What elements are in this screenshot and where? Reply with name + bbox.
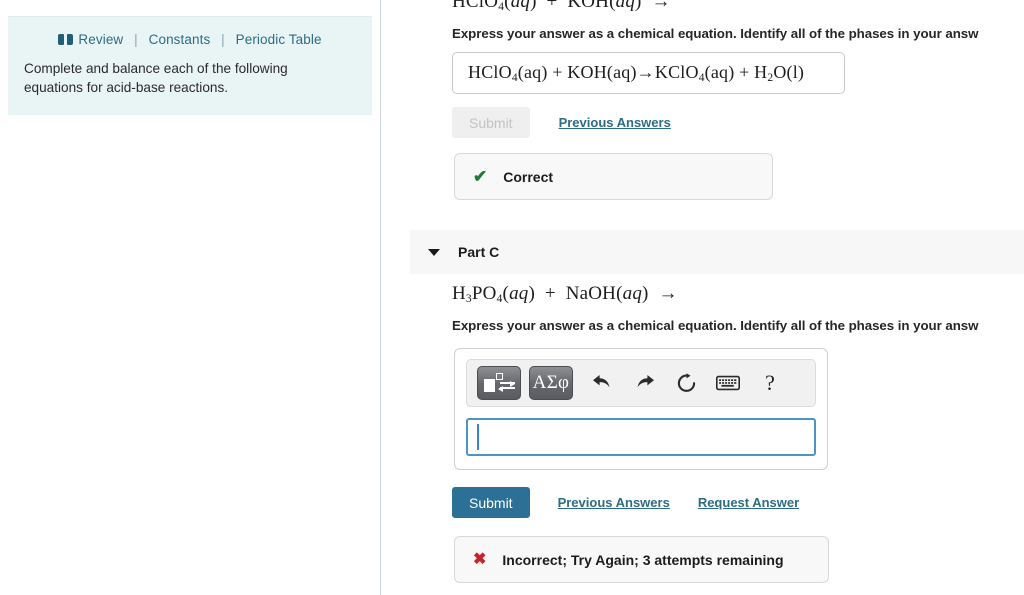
problem-instructions: Complete and balance each of the followi… xyxy=(24,61,288,95)
math-toolbar: ΑΣφ ? xyxy=(466,359,816,407)
caret-down-icon[interactable] xyxy=(428,248,440,256)
part-c-feedback-text: Incorrect; Try Again; 3 attempts remaini… xyxy=(502,551,784,568)
question-mark-icon: ? xyxy=(765,370,775,395)
review-link-label: Review xyxy=(78,32,124,47)
part-c-equation: H3PO4(aq) + NaOH(aq) → xyxy=(452,283,678,305)
part-b-answer-equation: HClO4(aq) + KOH(aq)→KClO4(aq) + H2O(l) xyxy=(468,62,805,84)
part-c-feedback-incorrect: ✖ Incorrect; Try Again; 3 attempts remai… xyxy=(454,536,829,583)
keyboard-button[interactable] xyxy=(707,366,749,400)
resource-links: Review | Constants | Periodic Table xyxy=(24,31,356,49)
chem-template-button[interactable] xyxy=(477,366,521,400)
greek-letters-icon: ΑΣφ xyxy=(532,372,570,393)
part-c-previous-answers-link[interactable]: Previous Answers xyxy=(558,495,670,510)
text-cursor xyxy=(477,424,479,450)
part-b-previous-answers-link[interactable]: Previous Answers xyxy=(559,115,671,130)
periodic-table-link[interactable]: Periodic Table xyxy=(236,32,322,47)
part-b-feedback-text: Correct xyxy=(503,168,554,185)
problem-info-card: Review | Constants | Periodic Table Comp… xyxy=(8,16,372,115)
greek-symbols-button[interactable]: ΑΣφ xyxy=(529,366,573,400)
part-b-answer-display: HClO4(aq) + KOH(aq)→KClO4(aq) + H2O(l) xyxy=(452,52,845,94)
reset-circular-arrow-icon xyxy=(677,372,695,392)
constants-link[interactable]: Constants xyxy=(149,32,211,47)
link-separator-2: | xyxy=(221,32,225,47)
help-button[interactable]: ? xyxy=(749,366,791,400)
part-c-title: Part C xyxy=(458,244,500,260)
part-c-header[interactable]: Part C xyxy=(410,230,1024,274)
page-root: Review | Constants | Periodic Table Comp… xyxy=(0,0,1024,595)
part-c-prompt: Express your answer as a chemical equati… xyxy=(452,318,979,333)
part-c-answer-input[interactable] xyxy=(466,418,816,456)
part-b-submit-button[interactable]: Submit xyxy=(452,107,530,138)
review-link[interactable]: Review xyxy=(58,32,127,47)
undo-button[interactable] xyxy=(581,366,623,400)
part-b-equation: HClO4(aq) + KOH(aq) → xyxy=(452,0,671,13)
check-icon: ✔ xyxy=(473,167,488,186)
keyboard-icon xyxy=(716,375,740,391)
part-b-feedback-correct: ✔ Correct xyxy=(454,153,773,200)
cross-icon: ✖ xyxy=(473,550,487,568)
book-icon xyxy=(58,34,74,45)
redo-button[interactable] xyxy=(623,366,665,400)
part-b-action-row: Submit Previous Answers xyxy=(452,107,671,138)
redo-arrow-icon xyxy=(637,374,654,387)
chemical-template-icon xyxy=(484,373,515,393)
part-c-submit-button[interactable]: Submit xyxy=(452,487,530,518)
part-c-action-row: Submit Previous Answers Request Answer xyxy=(452,487,799,518)
main-content: HClO4(aq) + KOH(aq) → Express your answe… xyxy=(382,0,1024,595)
left-sidebar: Review | Constants | Periodic Table Comp… xyxy=(0,0,381,595)
part-c-answer-editor: ΑΣφ ? xyxy=(454,348,828,470)
undo-arrow-icon xyxy=(592,374,609,387)
link-separator-1: | xyxy=(134,32,138,47)
reset-button[interactable] xyxy=(665,366,707,400)
part-c-request-answer-link[interactable]: Request Answer xyxy=(698,495,799,510)
part-b-prompt: Express your answer as a chemical equati… xyxy=(452,26,979,41)
